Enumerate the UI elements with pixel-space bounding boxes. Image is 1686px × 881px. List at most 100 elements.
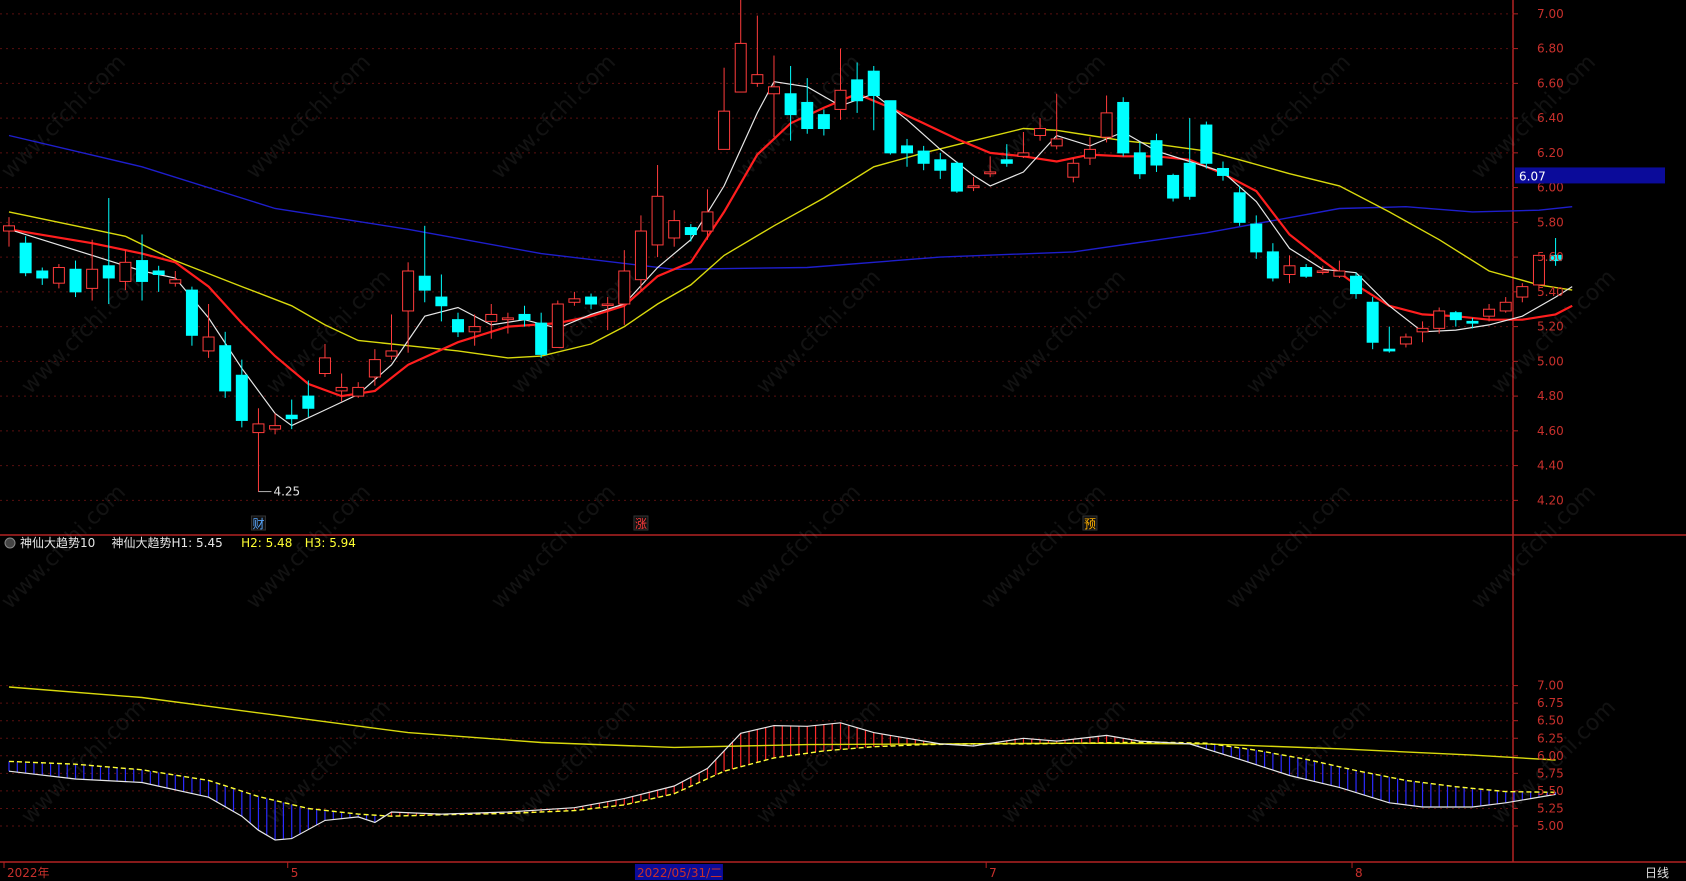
candle-down xyxy=(851,79,864,102)
period-label: 日线 xyxy=(1645,866,1669,880)
candle-down xyxy=(1000,159,1013,164)
main-y-tick-label: 4.40 xyxy=(1537,459,1564,473)
sub-y-tick-label: 5.75 xyxy=(1537,766,1564,780)
x-axis-label: 8 xyxy=(1355,866,1363,880)
sub-y-tick-label: 6.50 xyxy=(1537,714,1564,728)
candle-up xyxy=(668,220,681,239)
indicator-settings-icon xyxy=(4,537,16,549)
candle-down xyxy=(784,93,797,116)
candle-down xyxy=(36,270,49,279)
main-y-tick-label: 5.80 xyxy=(1537,215,1564,229)
candle-down xyxy=(585,296,598,305)
candle-up xyxy=(1316,270,1329,273)
candle-down xyxy=(185,289,198,336)
sub-y-tick-label: 7.00 xyxy=(1537,679,1564,693)
main-y-tick-label: 4.20 xyxy=(1537,493,1564,507)
candle-up xyxy=(718,110,731,150)
candle-up xyxy=(468,326,481,333)
sub-y-tick-label: 5.50 xyxy=(1537,784,1564,798)
candle-down xyxy=(302,395,315,409)
stock-chart: www.cfchi.com www.cfchi.com www.cfchi.com w… xyxy=(0,0,1686,881)
candle-down xyxy=(535,322,548,355)
candle-up xyxy=(402,270,415,312)
candle-down xyxy=(452,319,465,333)
low-marker-label: 4.25 xyxy=(273,485,300,499)
candle-up xyxy=(618,270,631,305)
candle-up xyxy=(1050,138,1063,147)
event-marker-label: 财 xyxy=(252,517,264,531)
candle-down xyxy=(136,260,149,282)
x-axis-label: 2022年 xyxy=(7,866,50,880)
candle-up xyxy=(767,86,780,95)
candle-down xyxy=(69,268,82,293)
candle-up xyxy=(368,359,381,378)
candle-up xyxy=(169,279,182,284)
candle-down xyxy=(934,159,947,171)
candle-up xyxy=(551,303,564,348)
indicator-legend-item: H3: 5.94 xyxy=(305,536,356,550)
candle-down xyxy=(285,414,298,420)
candle-down xyxy=(867,70,880,97)
candle-down xyxy=(1266,251,1279,279)
candle-down xyxy=(1250,223,1263,253)
candle-up xyxy=(1483,308,1496,317)
candle-up xyxy=(1100,112,1113,138)
candle-down xyxy=(418,275,431,291)
candle-down xyxy=(1117,101,1130,154)
sub-y-tick-label: 6.00 xyxy=(1537,749,1564,763)
candle-down xyxy=(1466,320,1479,324)
candle-up xyxy=(734,42,747,93)
main-y-tick-label: 5.40 xyxy=(1537,285,1564,299)
candle-up xyxy=(634,230,647,281)
candle-up xyxy=(1399,336,1412,345)
candle-down xyxy=(801,101,814,130)
candle-up xyxy=(984,171,997,175)
candle-down xyxy=(219,345,232,392)
candle-down xyxy=(1216,167,1229,176)
sub-y-tick-label: 5.00 xyxy=(1537,819,1564,833)
candle-up xyxy=(1516,286,1529,298)
candle-up xyxy=(269,425,282,430)
candle-down xyxy=(884,100,897,154)
main-y-tick-label: 7.00 xyxy=(1537,7,1564,21)
candle-up xyxy=(568,298,581,303)
candle-down xyxy=(435,296,448,307)
candle-up xyxy=(1416,327,1429,333)
candle-down xyxy=(102,265,115,279)
candle-up xyxy=(651,195,664,246)
candle-up xyxy=(485,313,498,322)
candle-down xyxy=(1350,275,1363,295)
indicator-legend-item: H2: 5.48 xyxy=(241,536,292,550)
candle-down xyxy=(901,145,914,154)
main-y-tick-label: 5.60 xyxy=(1537,250,1564,264)
candle-up xyxy=(1333,270,1346,277)
x-axis-label: 5 xyxy=(291,866,299,880)
candle-up xyxy=(1433,310,1446,329)
candle-up xyxy=(601,303,614,307)
main-y-tick-label: 6.60 xyxy=(1537,76,1564,90)
candle-down xyxy=(817,114,830,130)
indicator-legend-item: 神仙大趋势H1: 5.45 xyxy=(112,536,223,550)
main-y-tick-label: 4.80 xyxy=(1537,389,1564,403)
candle-down xyxy=(518,313,531,321)
candle-up xyxy=(1283,265,1296,275)
candle-down xyxy=(1449,312,1462,321)
candle-up xyxy=(52,267,65,284)
candle-down xyxy=(1233,192,1246,223)
candle-down xyxy=(1150,140,1163,166)
sub-y-tick-label: 6.75 xyxy=(1537,696,1564,710)
candle-down xyxy=(1366,301,1379,343)
candle-up xyxy=(501,317,514,321)
x-axis-label: 7 xyxy=(989,866,997,880)
candle-up xyxy=(3,225,15,232)
candle-down xyxy=(235,374,248,421)
main-y-tick-label: 5.00 xyxy=(1537,354,1564,368)
main-y-tick-label: 6.40 xyxy=(1537,111,1564,125)
candle-up xyxy=(1499,301,1512,312)
candle-up xyxy=(701,211,714,232)
main-y-tick-label: 5.20 xyxy=(1537,320,1564,334)
current-price-label: 6.07 xyxy=(1519,169,1546,183)
candle-up xyxy=(202,336,215,352)
candle-up xyxy=(119,261,132,282)
candle-up xyxy=(1067,162,1080,178)
